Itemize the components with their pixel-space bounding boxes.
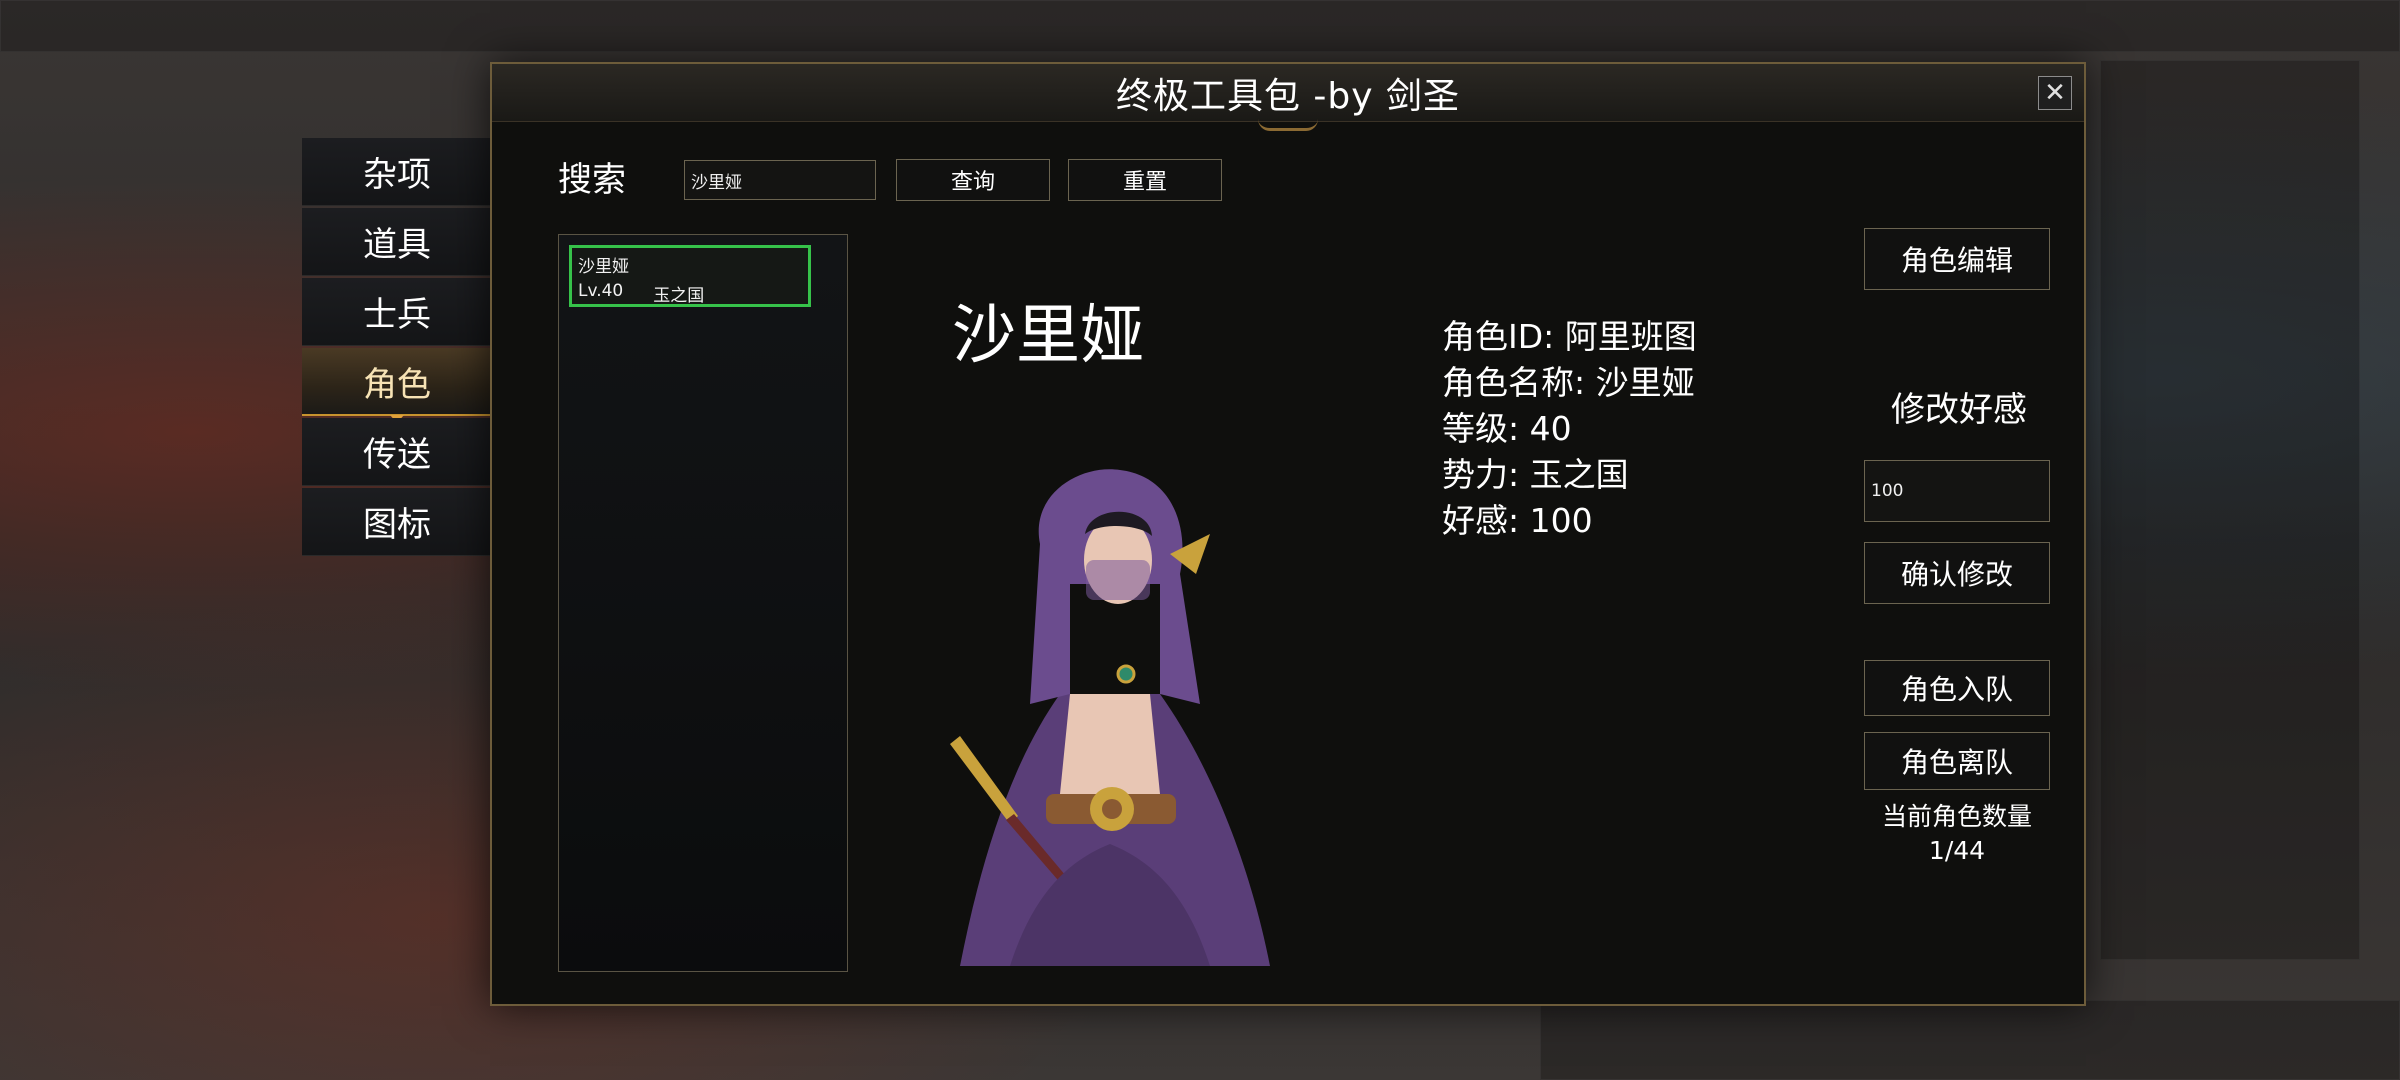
- nav-item-icons[interactable]: 图标: [302, 488, 492, 556]
- party-count: 当前角色数量 1/44: [1864, 800, 2050, 868]
- character-name-heading: 沙里娅: [952, 299, 1144, 373]
- character-name: 角色名称: 沙里娅: [1442, 363, 1695, 402]
- title-ornament: [1258, 119, 1318, 131]
- nav-item-items[interactable]: 道具: [302, 208, 492, 276]
- party-count-value: 1/44: [1928, 836, 1986, 865]
- leave-party-button[interactable]: 角色离队: [1864, 732, 2050, 790]
- background-top-bar: [0, 0, 2400, 52]
- character-info: 角色ID: 阿里班图 角色名称: 沙里娅 等级: 40 势力: 玉之国 好感: …: [1442, 314, 1697, 544]
- reset-button-label: 重置: [1122, 170, 1167, 195]
- dialog-title: 终极工具包 -by 剑圣: [1115, 75, 1461, 117]
- confirm-favor-button[interactable]: 确认修改: [1864, 542, 2050, 604]
- list-item[interactable]: 沙里娅 Lv.40 玉之国: [569, 245, 811, 307]
- character-favor: 好感: 100: [1442, 501, 1593, 540]
- nav-item-misc[interactable]: 杂项: [302, 138, 492, 206]
- favor-heading: 修改好感: [1891, 390, 2027, 430]
- join-party-label: 角色入队: [1900, 673, 2013, 706]
- dialog-titlebar: 终极工具包 -by 剑圣 ✕: [492, 64, 2084, 131]
- nav-item-label: 士兵: [363, 295, 431, 335]
- query-button[interactable]: 查询: [896, 159, 1050, 201]
- party-count-label: 当前角色数量: [1881, 802, 2032, 831]
- toolkit-dialog: 终极工具包 -by 剑圣 ✕ 搜索 查询 重置 沙里娅 Lv.40 玉之国 沙里…: [490, 62, 2086, 1006]
- edit-character-label: 角色编辑: [1900, 244, 2013, 277]
- nav-item-label: 道具: [363, 225, 431, 265]
- edit-character-button[interactable]: 角色编辑: [1864, 228, 2050, 290]
- list-item-faction: 玉之国: [653, 286, 705, 306]
- character-level: 等级: 40: [1442, 409, 1572, 448]
- confirm-favor-label: 确认修改: [1900, 558, 2013, 591]
- reset-button[interactable]: 重置: [1068, 159, 1222, 201]
- nav-item-label: 杂项: [363, 155, 431, 195]
- nav-item-label: 传送: [363, 435, 431, 475]
- search-label: 搜索: [558, 160, 626, 200]
- list-item-name: 沙里娅: [578, 257, 629, 277]
- background-bottom-bar: [1540, 1000, 2400, 1080]
- character-list[interactable]: 沙里娅 Lv.40 玉之国: [558, 234, 848, 972]
- character-id: 角色ID: 阿里班图: [1442, 317, 1697, 356]
- character-faction: 势力: 玉之国: [1442, 455, 1629, 494]
- nav-item-teleport[interactable]: 传送: [302, 418, 492, 486]
- query-button-label: 查询: [950, 170, 995, 195]
- search-input[interactable]: [684, 160, 876, 200]
- leave-party-label: 角色离队: [1900, 746, 2013, 779]
- category-nav: 杂项 道具 士兵 角色 传送 图标: [302, 138, 492, 558]
- nav-item-label: 角色: [363, 364, 431, 405]
- character-portrait: [950, 469, 1270, 966]
- favor-input[interactable]: [1864, 460, 2050, 522]
- nav-item-soldiers[interactable]: 士兵: [302, 278, 492, 346]
- close-icon: ✕: [2044, 78, 2066, 108]
- close-button[interactable]: ✕: [2038, 76, 2072, 110]
- list-item-level: Lv.40: [578, 281, 624, 301]
- nav-item-label: 图标: [363, 505, 431, 545]
- join-party-button[interactable]: 角色入队: [1864, 660, 2050, 716]
- background-right-panel: [2100, 60, 2360, 960]
- nav-item-characters[interactable]: 角色: [302, 348, 492, 423]
